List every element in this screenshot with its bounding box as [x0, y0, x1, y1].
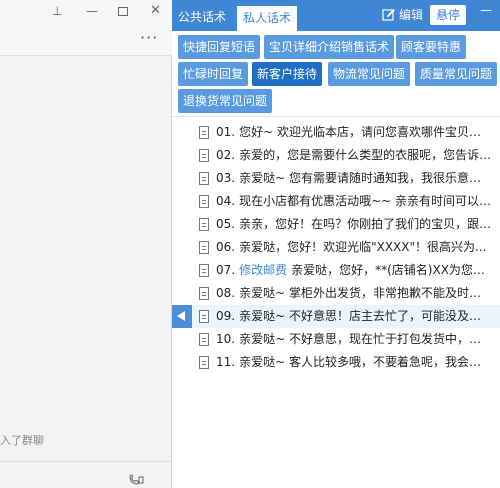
- reply-text: 09. 亲爱哒~ 不好意思！店主去忙了，可能没及时的...: [216, 309, 492, 323]
- document-icon: [199, 264, 209, 277]
- minimize-icon[interactable]: —: [86, 3, 98, 19]
- reply-list: 01. 您好~ 欢迎光临本店，请问您喜欢哪件宝贝？我... 02. 亲爱的，您是需要…: [172, 116, 500, 488]
- reply-row[interactable]: 02. 亲爱的，您是需要什么类型的衣服呢，您告诉我...: [172, 144, 500, 167]
- category-new-customer[interactable]: 新客户接待: [252, 62, 323, 86]
- category-product-intro[interactable]: 宝贝详细介绍销售话术: [264, 35, 395, 59]
- document-icon: [199, 218, 209, 231]
- reply-text: 02. 亲爱的，您是需要什么类型的衣服呢，您告诉我...: [216, 148, 492, 162]
- reply-row[interactable]: 04. 现在小店都有优惠活动哦~~ 亲亲有时间可以了...: [172, 190, 500, 213]
- reply-row[interactable]: 03. 亲爱哒~ 您有需要请随时通知我，我很乐意为你...: [172, 167, 500, 190]
- hover-button[interactable]: 悬停: [430, 5, 466, 25]
- document-icon: [199, 149, 209, 162]
- document-icon: [199, 333, 209, 346]
- edit-postage-link[interactable]: 修改邮费: [239, 263, 287, 277]
- document-icon: [199, 310, 209, 323]
- reply-row[interactable]: 06. 亲爱哒，您好！欢迎光临"XXXX"！很高兴为...: [172, 236, 500, 259]
- close-icon[interactable]: ✕: [150, 3, 161, 19]
- chat-header: ⊥ — ✕ ···: [0, 0, 172, 56]
- reply-text: 10. 亲爱哒~ 不好意思，现在忙于打包发货中，有事...: [216, 332, 492, 346]
- more-options-icon[interactable]: ···: [140, 28, 158, 47]
- category-discount-request[interactable]: 顾客要特惠: [396, 35, 467, 59]
- reply-row[interactable]: 11. 亲爱哒~ 客人比较多哦，不要着急呢，我会一个...: [172, 351, 500, 374]
- reply-row[interactable]: 10. 亲爱哒~ 不好意思，现在忙于打包发货中，有事...: [172, 328, 500, 351]
- reply-text: 08. 亲爱哒~ 掌柜外出发货，非常抱歉不能及时回复...: [216, 286, 492, 300]
- reply-text: 06. 亲爱哒，您好！欢迎光临"XXXX"！很高兴为...: [216, 240, 487, 254]
- document-icon: [199, 172, 209, 185]
- reply-text: 11. 亲爱哒~ 客人比较多哦，不要着急呢，我会一个...: [216, 355, 492, 369]
- category-logistics[interactable]: 物流常见问题: [328, 62, 411, 86]
- edit-button[interactable]: 编辑: [382, 6, 423, 24]
- tab-public-phrases[interactable]: 公共话术: [172, 5, 232, 31]
- document-icon: [199, 287, 209, 300]
- reply-row[interactable]: 05. 亲亲，您好！在吗？你刚拍了我们的宝贝，跟您...: [172, 213, 500, 236]
- reply-text: 05. 亲亲，您好！在吗？你刚拍了我们的宝贝，跟您...: [216, 217, 492, 231]
- reply-text: 07. 修改邮费 亲爱哒，您好，**(店铺名)XX为您服...: [216, 263, 492, 277]
- document-icon: [199, 126, 209, 139]
- pencil-icon: [382, 9, 395, 21]
- category-quality[interactable]: 质量常见问题: [415, 62, 498, 86]
- category-busy-reply[interactable]: 忙碌时回复: [178, 62, 249, 86]
- pin-icon[interactable]: ⊥: [52, 3, 62, 19]
- panel-header: 公共话术 私人话术 编辑 悬停 —: [172, 0, 500, 31]
- maximize-icon[interactable]: [118, 7, 128, 16]
- category-quick-phrases[interactable]: 快捷回复短语: [178, 35, 261, 59]
- reply-row[interactable]: 08. 亲爱哒~ 掌柜外出发货，非常抱歉不能及时回复...: [172, 282, 500, 305]
- send-arrow-icon[interactable]: [172, 305, 192, 328]
- minimize-icon[interactable]: —: [480, 3, 492, 17]
- phone-icon[interactable]: [128, 474, 144, 486]
- category-buttons: 快捷回复短语 宝贝详细介绍销售话术 顾客要特惠 忙碌时回复 新客户接待 物流常见…: [172, 31, 500, 116]
- reply-text: 03. 亲爱哒~ 您有需要请随时通知我，我很乐意为你...: [216, 171, 492, 185]
- document-icon: [199, 195, 209, 208]
- tab-private-phrases[interactable]: 私人话术: [236, 5, 299, 31]
- document-icon: [199, 241, 209, 254]
- category-returns[interactable]: 退换货常见问题: [178, 89, 273, 113]
- edit-label: 编辑: [399, 8, 424, 22]
- input-divider: [0, 461, 172, 462]
- chat-window: ⊥ — ✕ ··· 入了群聊: [0, 0, 172, 488]
- quick-reply-panel: 公共话术 私人话术 编辑 悬停 — 快捷回复短语 宝贝详细介绍销售话术 顾客要特…: [172, 0, 500, 488]
- reply-text: 01. 您好~ 欢迎光临本店，请问您喜欢哪件宝贝？我...: [216, 125, 492, 139]
- reply-row[interactable]: 01. 您好~ 欢迎光临本店，请问您喜欢哪件宝贝？我...: [172, 121, 500, 144]
- reply-text: 04. 现在小店都有优惠活动哦~~ 亲亲有时间可以了...: [216, 194, 492, 208]
- document-icon: [199, 356, 209, 369]
- join-group-hint: 入了群聊: [0, 434, 44, 447]
- reply-row[interactable]: 07. 修改邮费 亲爱哒，您好，**(店铺名)XX为您服...: [172, 259, 500, 282]
- reply-row-selected[interactable]: 09. 亲爱哒~ 不好意思！店主去忙了，可能没及时的...: [172, 305, 500, 328]
